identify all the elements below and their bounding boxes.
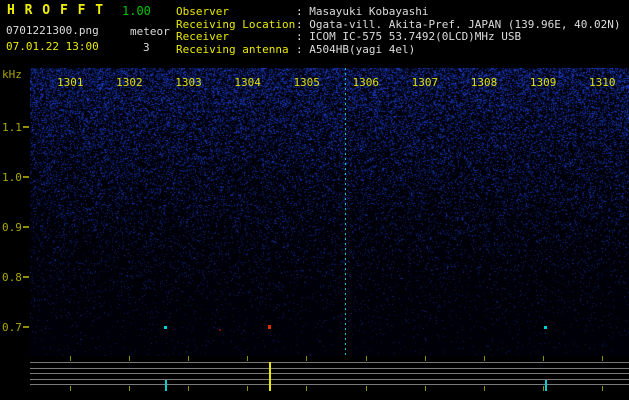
time-cursor-line [345, 68, 346, 356]
time-label-1304: 1304 [234, 76, 261, 89]
echo-marker [164, 326, 167, 329]
freq-tick [23, 176, 29, 178]
minute-tick [542, 386, 544, 391]
minute-tick [365, 356, 367, 361]
echo-marker [544, 326, 547, 329]
spectrogram-canvas [30, 68, 629, 356]
time-label-1303: 1303 [175, 76, 202, 89]
observation-mode: meteor [130, 25, 170, 38]
echo-event-tick [165, 380, 167, 391]
time-label-1308: 1308 [470, 76, 498, 89]
minute-tick [365, 386, 367, 391]
minute-tick [188, 386, 190, 391]
level-gridline [30, 384, 629, 385]
freq-tick [23, 276, 29, 278]
minute-tick [483, 356, 485, 361]
minute-tick [129, 356, 131, 361]
freq-tick [23, 126, 29, 128]
echo-marker [268, 325, 271, 329]
info-row-antenna: Receiving antenna : A504HB(yagi 4el) [176, 42, 621, 57]
time-label-1306: 1306 [352, 76, 380, 89]
minute-tick [70, 386, 71, 391]
output-filename: 0701221300.png [6, 24, 99, 37]
minute-tick [188, 356, 190, 361]
freq-tick [23, 326, 29, 328]
time-label-1302: 1302 [116, 76, 143, 89]
minute-tick [424, 386, 426, 391]
freq-label-0.7: 0.7 [2, 321, 22, 334]
echo-count: 3 [143, 41, 150, 54]
info-label: Observer [176, 5, 229, 18]
app-title: H R O F F T [7, 3, 105, 18]
minute-tick [306, 386, 308, 391]
echo-marker [219, 329, 221, 331]
freq-label-0.8: 0.8 [2, 271, 22, 284]
freq-label-kHz: kHz [2, 68, 22, 81]
info-value: : A504HB(yagi 4el) [296, 42, 416, 56]
echo-level-spike [269, 362, 271, 391]
freq-tick [23, 226, 29, 228]
minute-tick [247, 386, 249, 391]
minute-tick [483, 386, 485, 391]
station-info: Observer: Masayuki Kobayashi Receiving L… [176, 5, 621, 57]
minute-tick [247, 356, 249, 361]
time-label-1310: 1310 [588, 76, 616, 89]
minute-tick [542, 356, 544, 361]
info-label: Receiver [176, 30, 229, 43]
hrofft-screen: H R O F F T 1.00 0701221300.png meteor 0… [0, 0, 629, 400]
level-gridline [30, 368, 629, 369]
freq-label-1.0: 1.0 [2, 171, 22, 184]
level-gridline [30, 379, 629, 380]
minute-tick [424, 356, 426, 361]
echo-event-tick [545, 380, 547, 391]
info-value: : ICOM IC-575 53.7492(0LCD)MHz USB [296, 30, 522, 43]
minute-tick [601, 386, 603, 391]
time-label-1307: 1307 [411, 76, 439, 89]
minute-tick [70, 356, 71, 361]
info-value: : Ogata-vill. Akita-Pref. JAPAN (139.96E… [296, 17, 621, 31]
minute-tick [306, 356, 308, 361]
time-label-1309: 1309 [529, 76, 557, 89]
level-gridline [30, 373, 629, 374]
freq-label-1.1: 1.1 [2, 121, 22, 134]
minute-tick [601, 356, 603, 361]
time-label-1301: 1301 [57, 76, 84, 89]
time-label-1305: 1305 [293, 76, 320, 89]
level-gridline [30, 362, 629, 363]
info-label: Receiving antenna [176, 42, 289, 56]
app-version: 1.00 [122, 4, 151, 18]
observation-datetime: 07.01.22 13:00 [6, 40, 99, 53]
freq-label-0.9: 0.9 [2, 221, 22, 234]
minute-tick [129, 386, 131, 391]
info-value: : Masayuki Kobayashi [296, 5, 429, 18]
